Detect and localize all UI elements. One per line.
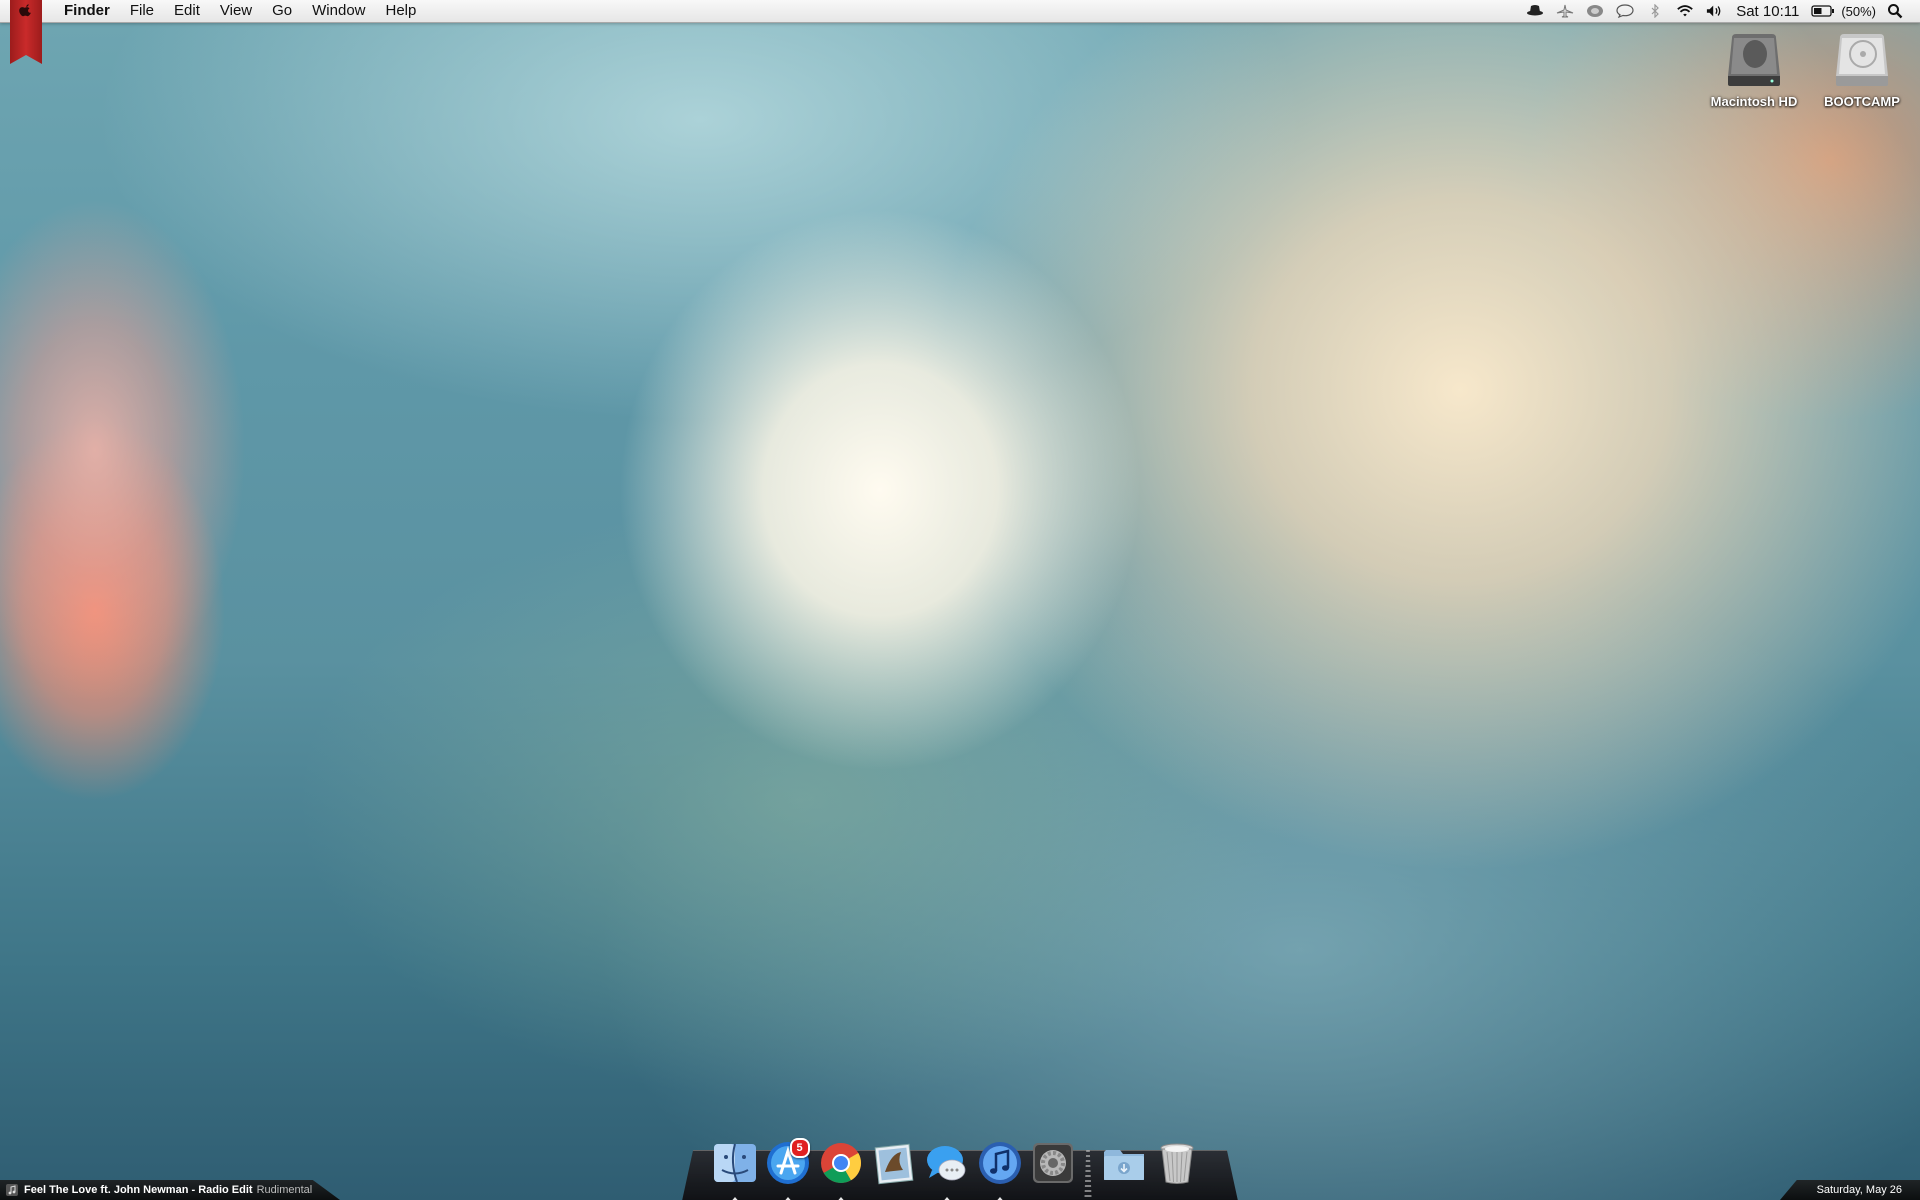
battery-icon[interactable]: [1811, 3, 1835, 19]
dock-item-app-store[interactable]: 5: [764, 1138, 812, 1200]
apple-menu[interactable]: [10, 0, 42, 64]
bluetooth-icon[interactable]: [1646, 3, 1664, 19]
dock-stack-downloads[interactable]: [1100, 1140, 1148, 1200]
dock-item-mail[interactable]: [870, 1140, 918, 1200]
bootcamp-drive-icon: [1836, 34, 1888, 86]
downloads-folder-icon: [1103, 1150, 1144, 1180]
dock: 5: [708, 1130, 1228, 1200]
desktop[interactable]: Finder File Edit View Go Window Help Sat…: [0, 0, 1920, 1200]
itunes-icon: [978, 1142, 1021, 1184]
dock-item-itunes[interactable]: [976, 1140, 1024, 1200]
desktop-icon-macintosh-hd[interactable]: Macintosh HD: [1704, 30, 1804, 120]
now-playing-track: Feel The Love ft. John Newman - Radio Ed…: [24, 1184, 253, 1196]
mail-icon: [874, 1143, 913, 1185]
desktop-icon-bootcamp[interactable]: BOOTCAMP: [1812, 30, 1912, 120]
now-playing-bar[interactable]: Feel The Love ft. John Newman - Radio Ed…: [0, 1180, 340, 1200]
desktop-icon-label: BOOTCAMP: [1824, 94, 1900, 109]
menubar-clock[interactable]: Sat 10:11: [1736, 3, 1799, 20]
spotlight-search-icon[interactable]: [1886, 3, 1904, 19]
date-bar: Saturday, May 26: [1780, 1180, 1920, 1200]
trash-icon: [1160, 1143, 1193, 1184]
menu-bar: Finder File Edit View Go Window Help Sat…: [0, 0, 1920, 23]
now-playing-artist: Rudimental: [256, 1184, 313, 1196]
menu-help[interactable]: Help: [376, 0, 427, 22]
apple-icon: [19, 4, 31, 17]
dock-item-messages[interactable]: [923, 1140, 971, 1200]
incognito-hat-icon[interactable]: [1526, 3, 1544, 19]
menu-window[interactable]: Window: [302, 0, 375, 22]
messages-icon: [926, 1146, 965, 1181]
airplane-icon[interactable]: [1556, 3, 1574, 19]
desktop-icon-label: Macintosh HD: [1710, 94, 1798, 109]
menu-view[interactable]: View: [210, 0, 262, 22]
finder-icon: [713, 1143, 756, 1183]
app-store-badge: 5: [789, 1138, 810, 1158]
dock-item-system-preferences[interactable]: [1029, 1140, 1077, 1200]
menu-go[interactable]: Go: [262, 0, 302, 22]
sync-icon[interactable]: [1586, 3, 1604, 19]
dock-item-finder[interactable]: [711, 1140, 759, 1200]
dock-stack-trash[interactable]: [1153, 1140, 1201, 1200]
volume-icon[interactable]: [1706, 3, 1724, 19]
music-note-icon: [6, 1184, 18, 1196]
menu-edit[interactable]: Edit: [164, 0, 210, 22]
hard-drive-icon: [1728, 34, 1780, 86]
wifi-icon[interactable]: [1676, 3, 1694, 19]
chat-icon[interactable]: [1616, 3, 1634, 19]
date-text: Saturday, May 26: [1816, 1184, 1902, 1196]
battery-percent[interactable]: (50%): [1841, 4, 1876, 19]
chrome-icon: [820, 1143, 861, 1183]
menu-app-finder[interactable]: Finder: [54, 0, 120, 22]
dock-item-chrome[interactable]: [817, 1140, 865, 1200]
dock-separator: [1084, 1150, 1092, 1200]
system-preferences-icon: [1032, 1143, 1073, 1183]
menu-file[interactable]: File: [120, 0, 164, 22]
